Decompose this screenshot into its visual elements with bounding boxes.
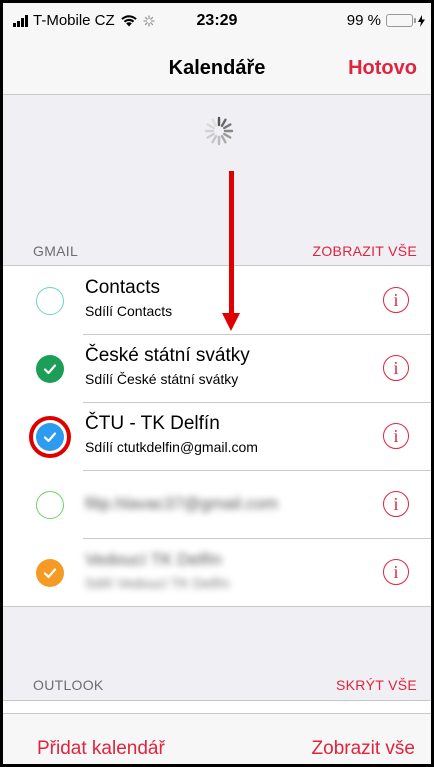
calendar-row-ctu-tk-delfin[interactable]: ČTU - TK Delfín Sdílí ctutkdelfin@gmail.… bbox=[3, 402, 431, 470]
checkmark-icon bbox=[43, 364, 57, 375]
info-icon[interactable]: i bbox=[383, 287, 409, 313]
calendar-toggle-circle[interactable] bbox=[36, 491, 64, 519]
calendar-row-blurred-email[interactable]: filip.hlavac37@gmail.com i bbox=[3, 470, 431, 538]
show-all-calendars-button[interactable]: Zobrazit vše bbox=[312, 738, 415, 760]
navigation-bar: Kalendáře Hotovo bbox=[3, 37, 431, 95]
calendar-name: filip.hlavac37@gmail.com bbox=[85, 494, 279, 513]
charging-bolt-icon bbox=[418, 14, 425, 27]
calendar-list-gmail: Contacts Sdílí Contacts i České státní s… bbox=[3, 265, 431, 607]
calendar-row-blurred-leaders[interactable]: Vedoucí TK Delfín Sdílí Vedoucí TK Delfí… bbox=[3, 538, 431, 606]
show-all-button[interactable]: ZOBRAZIT VŠE bbox=[313, 243, 417, 259]
add-calendar-button[interactable]: Přidat kalendář bbox=[37, 738, 165, 760]
section-title: GMAIL bbox=[33, 243, 79, 259]
calendar-subtitle: Sdílí České státní svátky bbox=[85, 371, 239, 387]
battery-icon bbox=[386, 14, 416, 27]
calendar-toggle-checked[interactable] bbox=[36, 559, 64, 587]
calendar-row-holidays[interactable]: České státní svátky Sdílí České státní s… bbox=[3, 334, 431, 402]
section-header-gmail: GMAIL ZOBRAZIT VŠE bbox=[3, 237, 431, 265]
info-icon[interactable]: i bbox=[383, 559, 409, 585]
info-icon[interactable]: i bbox=[383, 491, 409, 517]
annotation-arrow-line bbox=[229, 171, 234, 316]
calendar-name: České státní svátky bbox=[85, 345, 250, 366]
calendar-name: Contacts bbox=[85, 277, 160, 298]
calendar-row-contacts[interactable]: Contacts Sdílí Contacts i bbox=[3, 266, 431, 334]
calendar-toggle-checked[interactable] bbox=[36, 355, 64, 383]
calendar-name: Vedoucí TK Delfín bbox=[85, 550, 222, 569]
info-icon[interactable]: i bbox=[383, 423, 409, 449]
hide-all-button[interactable]: SKRÝT VŠE bbox=[336, 677, 417, 693]
checkmark-icon bbox=[43, 568, 57, 579]
annotation-highlight-ring bbox=[29, 416, 71, 458]
bottom-toolbar: Přidat kalendář Zobrazit vše bbox=[3, 713, 431, 764]
calendar-subtitle: Sdílí ctutkdelfin@gmail.com bbox=[85, 439, 258, 455]
done-button[interactable]: Hotovo bbox=[348, 57, 417, 80]
info-icon[interactable]: i bbox=[383, 355, 409, 381]
section-header-outlook: OUTLOOK SKRÝT VŠE bbox=[3, 671, 431, 699]
calendar-toggle-circle[interactable] bbox=[36, 287, 64, 315]
battery-percent: 99 % bbox=[346, 12, 381, 29]
section-title: OUTLOOK bbox=[33, 677, 104, 693]
calendar-subtitle: Sdílí Vedoucí TK Delfín bbox=[85, 575, 230, 591]
calendar-name: ČTU - TK Delfín bbox=[85, 413, 220, 434]
status-bar: T-Mobile CZ 23:29 99 % bbox=[3, 3, 431, 37]
calendars-screen: T-Mobile CZ 23:29 99 % Kalendáře Hotovo … bbox=[0, 0, 434, 767]
annotation-arrow-head bbox=[222, 313, 240, 331]
refresh-spinner-icon bbox=[204, 116, 234, 146]
